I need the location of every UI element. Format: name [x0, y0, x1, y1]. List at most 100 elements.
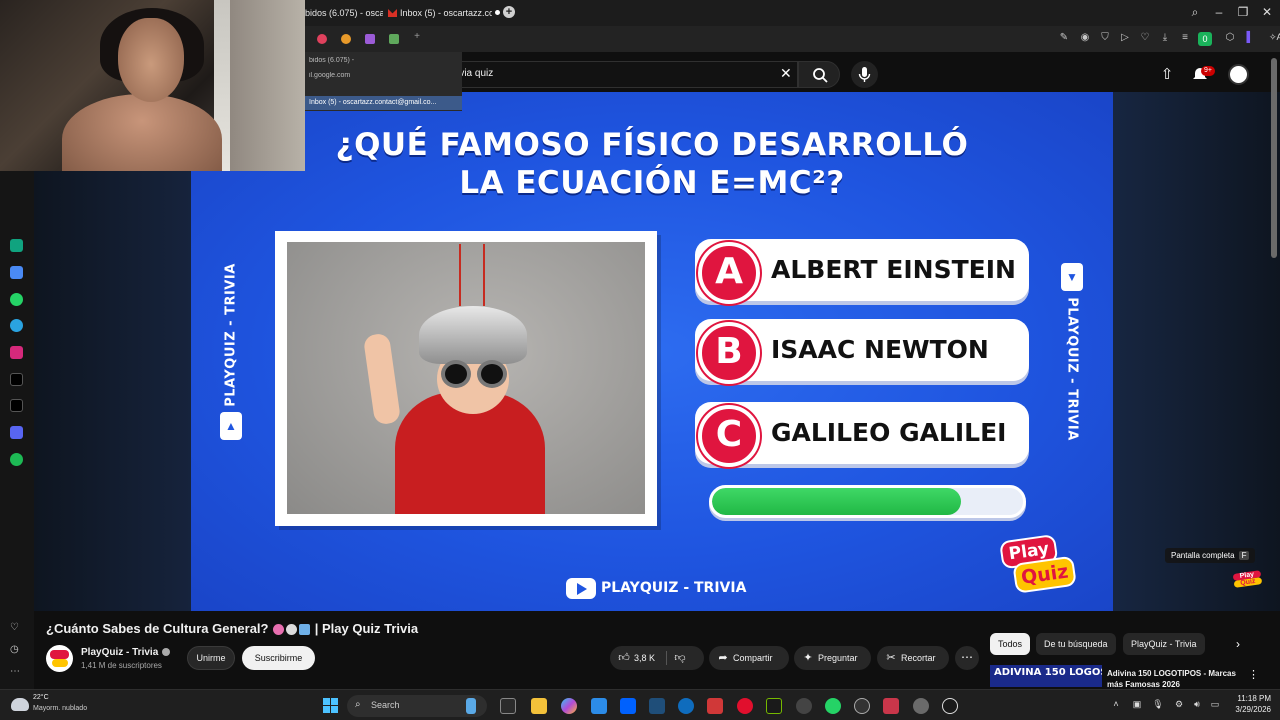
- voice-search-button[interactable]: [851, 61, 878, 88]
- maximize-button[interactable]: ❐: [1235, 5, 1251, 19]
- account-avatar[interactable]: [1228, 64, 1249, 85]
- add-icon[interactable]: +: [410, 31, 424, 42]
- new-tab-button[interactable]: +: [503, 6, 515, 18]
- file-explorer-icon[interactable]: [531, 698, 547, 714]
- whatsapp-icon[interactable]: [825, 698, 841, 714]
- clock-date[interactable]: 3/29/2026: [1221, 705, 1271, 714]
- clip-button[interactable]: ✂ Recortar: [877, 646, 949, 670]
- download-icon[interactable]: ⤓: [1158, 32, 1172, 43]
- close-window-button[interactable]: ✕: [1259, 5, 1275, 19]
- history-icon[interactable]: ◷: [10, 644, 19, 655]
- task-view-icon[interactable]: [500, 698, 516, 714]
- wps-icon[interactable]: [707, 698, 723, 714]
- play-icon[interactable]: ▷: [1118, 32, 1132, 43]
- channel-avatar[interactable]: [46, 645, 73, 672]
- calendar-icon[interactable]: [10, 266, 23, 279]
- recommended-thumbnail[interactable]: ADIVINA 150 LOGOS: [990, 665, 1102, 687]
- weather-temperature[interactable]: 22°C: [33, 694, 49, 701]
- tray-icon[interactable]: ⚙: [1172, 699, 1186, 710]
- volume-icon[interactable]: 🔊︎: [1190, 699, 1204, 710]
- extension-icon[interactable]: [341, 34, 351, 44]
- photos-icon[interactable]: [591, 698, 607, 714]
- tray-icon[interactable]: ▣: [1130, 699, 1144, 710]
- dropdown-item[interactable]: bidos (6.075) -: [305, 57, 462, 64]
- tab-youtube[interactable]: bidos (6.075) - oscarta: [305, 4, 383, 22]
- terminal-icon[interactable]: [649, 698, 665, 714]
- app-icon[interactable]: [854, 698, 870, 714]
- dropdown-item[interactable]: il.google.com: [305, 72, 462, 79]
- discord-icon[interactable]: [10, 426, 23, 439]
- share-button[interactable]: ➦ Compartir: [709, 646, 789, 670]
- dropdown-item-active[interactable]: Inbox (5) - oscartazz.contact@gmail.co..…: [305, 96, 462, 110]
- ask-button[interactable]: ✦ Preguntar: [794, 646, 871, 670]
- settings-icon[interactable]: [913, 698, 929, 714]
- chip-from-search[interactable]: De tu búsqueda: [1036, 633, 1116, 655]
- obs-icon[interactable]: [796, 698, 812, 714]
- chip-all[interactable]: Todos: [990, 633, 1031, 655]
- sidebar-icon[interactable]: ▌: [1243, 32, 1257, 43]
- windows-start-icon[interactable]: [323, 698, 338, 713]
- upload-icon[interactable]: ⇧: [1158, 65, 1176, 83]
- microphone-icon[interactable]: 🎙︎: [1151, 699, 1165, 710]
- kebab-menu-icon[interactable]: ⋮: [1248, 668, 1259, 681]
- extension-icon[interactable]: [365, 34, 375, 44]
- subscribe-button[interactable]: Suscribirme: [242, 646, 315, 670]
- like-dislike-group: 👍︎ 3,8 K 👎︎: [610, 646, 704, 670]
- heart-icon[interactable]: ♡: [10, 622, 19, 633]
- ai-button[interactable]: ✧AI: [1269, 32, 1280, 43]
- like-button[interactable]: 👍︎ 3,8 K: [618, 646, 655, 670]
- counter-badge[interactable]: 0: [1198, 32, 1212, 46]
- search-input[interactable]: [440, 61, 798, 88]
- instagram-icon[interactable]: [10, 346, 23, 359]
- telegram-icon[interactable]: [10, 319, 23, 332]
- app-sidebar: [0, 171, 34, 689]
- tab-gmail[interactable]: Inbox (5) - oscartazz.conta: [388, 4, 492, 22]
- dislike-button[interactable]: 👎︎: [674, 646, 690, 670]
- more-icon[interactable]: ⋯: [10, 666, 20, 677]
- nvidia-icon[interactable]: [766, 698, 782, 714]
- camera-icon[interactable]: ◉: [1078, 32, 1092, 43]
- edit-icon[interactable]: ✎: [1057, 32, 1071, 43]
- extension-icon[interactable]: [389, 34, 399, 44]
- search-tabs-icon[interactable]: ⌕: [1187, 5, 1203, 20]
- x-icon[interactable]: [10, 399, 23, 412]
- cube-icon[interactable]: ⬡: [1223, 32, 1237, 43]
- question-line-2: LA ECUACIÓN E=MC²?: [459, 165, 845, 201]
- clock-time[interactable]: 11:18 PM: [1229, 694, 1271, 703]
- arrow-down-icon: ▼: [1061, 263, 1083, 291]
- minimize-button[interactable]: –: [1211, 5, 1227, 19]
- clear-search-icon[interactable]: ✕: [780, 65, 792, 82]
- copilot-icon[interactable]: [561, 698, 577, 714]
- answer-b: B ISAAC NEWTON: [695, 319, 1029, 384]
- dropbox-icon[interactable]: [620, 698, 636, 714]
- chip-channel[interactable]: PlayQuiz - Trivia: [1123, 633, 1205, 655]
- menu-icon[interactable]: ≡: [1178, 32, 1192, 43]
- weather-description[interactable]: Mayorm. nublado: [33, 705, 87, 712]
- recommended-title[interactable]: Adivina 150 LOGOTIPOS - Marcas más Famos…: [1107, 668, 1239, 688]
- heart-app-icon[interactable]: [317, 34, 327, 44]
- chevron-right-icon[interactable]: ›: [1236, 637, 1240, 651]
- app-icon[interactable]: [883, 698, 899, 714]
- channel-watermark[interactable]: Play Quiz: [1232, 570, 1264, 596]
- thumbnail-text: ADIVINA 150 LOGOS: [994, 667, 1102, 678]
- shield-icon[interactable]: ⛉: [1098, 32, 1112, 43]
- search-icon: [813, 68, 828, 83]
- scrollbar[interactable]: [1271, 58, 1277, 258]
- media-player-icon[interactable]: [942, 698, 958, 714]
- heart-icon[interactable]: ♡: [1138, 32, 1152, 43]
- tiktok-icon[interactable]: [10, 373, 23, 386]
- whatsapp-icon[interactable]: [10, 293, 23, 306]
- video-player[interactable]: ¿QUÉ FAMOSO FÍSICO DESARROLLÓ LA ECUACIÓ…: [191, 92, 1113, 611]
- opera-icon[interactable]: [737, 698, 753, 714]
- cloud-icon[interactable]: [11, 698, 29, 711]
- channel-name[interactable]: PlayQuiz - Trivia: [81, 647, 171, 658]
- more-actions-button[interactable]: ⋯: [955, 646, 979, 670]
- youtube-logo-icon: [566, 578, 596, 599]
- search-button[interactable]: [798, 61, 840, 88]
- battery-icon[interactable]: ▭: [1208, 699, 1222, 710]
- spotify-icon[interactable]: [10, 453, 23, 466]
- edge-icon[interactable]: [678, 698, 694, 714]
- join-button[interactable]: Unirme: [187, 646, 235, 670]
- chatgpt-icon[interactable]: [10, 239, 23, 252]
- chevron-up-icon[interactable]: ˄: [1109, 699, 1123, 709]
